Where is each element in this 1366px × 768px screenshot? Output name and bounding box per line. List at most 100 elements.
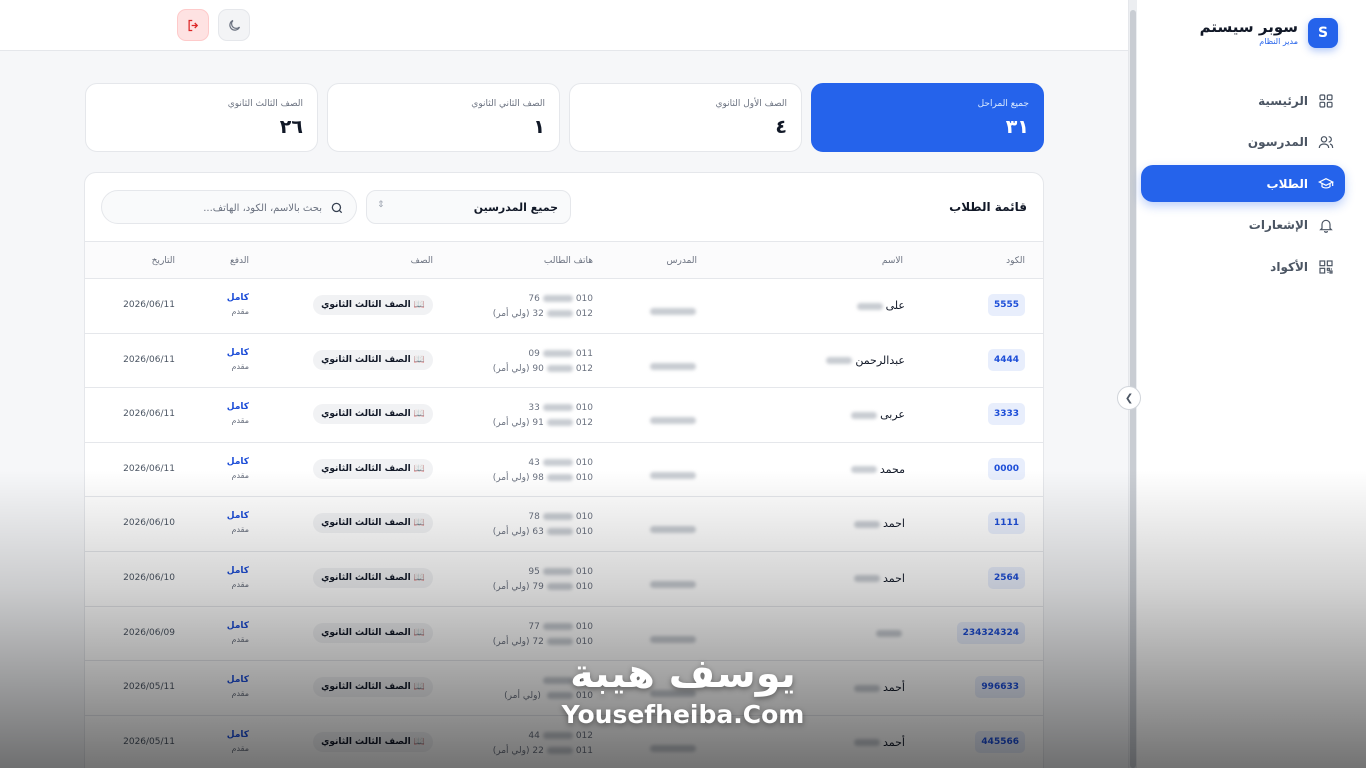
student-name: أحمد [851, 681, 905, 694]
payment-status: كامل مقدم [227, 565, 249, 591]
brand-logo: S [1308, 18, 1338, 48]
sidebar-item-label: الإشعارات [1248, 218, 1308, 232]
theme-toggle-button[interactable] [218, 9, 250, 41]
logout-button[interactable] [177, 9, 209, 41]
column-header-grade: الصف [410, 256, 433, 266]
student-name [873, 627, 905, 640]
table-row[interactable]: 3333 عربى 01033 01291 (ولي أمر) 📖 الصف ا… [85, 388, 1043, 443]
search-icon [331, 202, 343, 214]
phone-line: 01033 [528, 403, 593, 414]
student-code[interactable]: 2564 [987, 566, 1025, 589]
redacted-text [542, 513, 573, 521]
chevron-right-icon: ❯ [1124, 392, 1134, 404]
payment-type: مقدم [231, 470, 249, 480]
student-name: على [854, 299, 905, 312]
registration-date: 2026/06/11 [123, 300, 175, 310]
teacher-filter-select[interactable]: جميع المدرسين ⇕ [366, 190, 571, 224]
student-phone: 01109 01290 (ولي أمر) [493, 347, 593, 377]
redacted-text [876, 630, 902, 638]
redacted-text [542, 458, 573, 466]
student-code[interactable]: 0000 [987, 457, 1025, 480]
grade-badge: 📖 الصف الثالث الثانوي [313, 295, 433, 315]
stat-card-all-stages[interactable]: جميع المراحل ٣١ [811, 83, 1044, 152]
redacted-text [542, 567, 573, 575]
payment-amount-status: كامل [226, 620, 249, 631]
table-row[interactable]: 1111 احمد 01078 01063 (ولي أمر) 📖 الصف ا… [85, 497, 1043, 552]
sidebar-scrollbar[interactable] [1129, 0, 1137, 768]
registration-date: 2026/06/10 [123, 572, 175, 583]
phone-line: 011 [504, 674, 593, 689]
sidebar-item-codes[interactable]: الأكواد [1141, 248, 1345, 285]
phone-line: 01095 [528, 566, 593, 577]
payment-status: كامل مقدم [227, 620, 249, 646]
parent-phone-line: 010 (ولي أمر) [504, 691, 593, 702]
stat-card-grade-2[interactable]: الصف الثاني الثانوي ١ [327, 83, 560, 152]
payment-status: كامل مقدم [227, 510, 249, 536]
table-row[interactable]: 996633 أحمد 011 010 (ولي أمر) 📖 الصف الث… [85, 661, 1043, 716]
stat-card-grade-1[interactable]: الصف الأول الثانوي ٤ [569, 83, 802, 152]
parent-phone-line: 01072 (ولي أمر) [492, 636, 593, 647]
registration-date: 2026/06/11 [123, 463, 175, 474]
payment-type: مقدم [231, 689, 249, 699]
redacted-text [854, 684, 880, 692]
student-code[interactable]: 445566 [975, 730, 1025, 753]
grade-badge: 📖 الصف الثالث الثانوي [313, 677, 433, 698]
payment-amount-status: كامل [226, 456, 249, 467]
payment-status: كامل مقدم [227, 674, 249, 700]
teacher-name-redacted [647, 629, 699, 648]
parent-phone-line: 01232 (ولي أمر) [492, 309, 593, 319]
sidebar-collapse-button[interactable]: ❯ [1117, 386, 1141, 410]
table-row[interactable]: 0000 محمد 01043 01098 (ولي أمر) 📖 الصف ا… [85, 443, 1043, 498]
redacted-text [546, 582, 573, 590]
phone-line: 01077 [528, 621, 593, 632]
payment-status: كامل مقدم [227, 347, 249, 373]
student-code[interactable]: 4444 [987, 348, 1025, 371]
table-row[interactable]: 5555 على 01076 01232 (ولي أمر) 📖 الصف ال… [85, 279, 1043, 334]
stat-value: ٣١ [1005, 116, 1029, 138]
column-header-code: الكود [1006, 256, 1025, 266]
table-row[interactable]: 234324324 01077 01072 (ولي أمر) 📖 الصف ا… [85, 607, 1043, 662]
student-code[interactable]: 5555 [987, 294, 1025, 316]
payment-type: مقدم [231, 579, 249, 589]
table-row[interactable]: 4444 عبدالرحمن 01109 01290 (ولي أمر) 📖 ا… [85, 334, 1043, 389]
table-header: الكود الاسم المدرس هاتف الطالب الصف الدف… [85, 241, 1043, 279]
sidebar-item-students[interactable]: الطلاب [1141, 165, 1345, 202]
student-name: احمد [851, 572, 905, 585]
moon-icon [228, 19, 240, 31]
sidebar-item-notifications[interactable]: الإشعارات [1141, 207, 1345, 244]
chevron-updown-icon: ⇕ [377, 200, 385, 210]
registration-date: 2026/06/11 [123, 409, 175, 420]
redacted-text [546, 528, 573, 536]
student-code[interactable]: 3333 [987, 403, 1025, 426]
payment-status: كامل مقدم [227, 401, 249, 427]
stat-card-grade-3[interactable]: الصف الثالث الثانوي ٢٦ [85, 83, 318, 152]
sidebar-item-home[interactable]: الرئيسية [1141, 82, 1345, 119]
teacher-name-redacted [647, 410, 699, 429]
payment-amount-status: كامل [226, 565, 249, 576]
student-code[interactable]: 996633 [975, 676, 1025, 699]
sidebar-item-teachers[interactable]: المدرسون [1141, 124, 1345, 161]
table-row[interactable]: 445566 أحمد 01244 01122 (ولي أمر) 📖 الصف… [85, 716, 1043, 768]
list-title: قائمة الطلاب [949, 200, 1027, 214]
grade-badge: 📖 الصف الثالث الثانوي [313, 513, 433, 534]
grade-badge: 📖 الصف الثالث الثانوي [313, 404, 433, 425]
brand: S سوبر سيستم مدير النظام [1200, 18, 1338, 48]
stat-label: الصف الأول الثانوي [715, 99, 787, 109]
brand-role: مدير النظام [1259, 37, 1298, 46]
redacted-text [542, 677, 573, 685]
search-input[interactable] [122, 199, 322, 217]
grade-badge: 📖 الصف الثالث الثانوي [313, 731, 433, 752]
search-box[interactable] [101, 190, 357, 224]
sidebar-item-label: المدرسون [1247, 135, 1308, 149]
redacted-text [854, 739, 880, 747]
users-icon [1318, 136, 1334, 149]
stat-label: الصف الثالث الثانوي [227, 99, 303, 109]
student-code[interactable]: 1111 [987, 512, 1025, 535]
table-row[interactable]: 2564 احمد 01095 01079 (ولي أمر) 📖 الصف ا… [85, 552, 1043, 607]
teacher-filter-value: جميع المدرسين [473, 201, 558, 214]
student-code[interactable]: 234324324 [956, 621, 1025, 644]
table-body: 5555 على 01076 01232 (ولي أمر) 📖 الصف ال… [85, 279, 1043, 768]
student-name: احمد [851, 517, 905, 530]
payment-status: كامل مقدم [227, 292, 249, 318]
teacher-name-redacted [647, 301, 699, 320]
